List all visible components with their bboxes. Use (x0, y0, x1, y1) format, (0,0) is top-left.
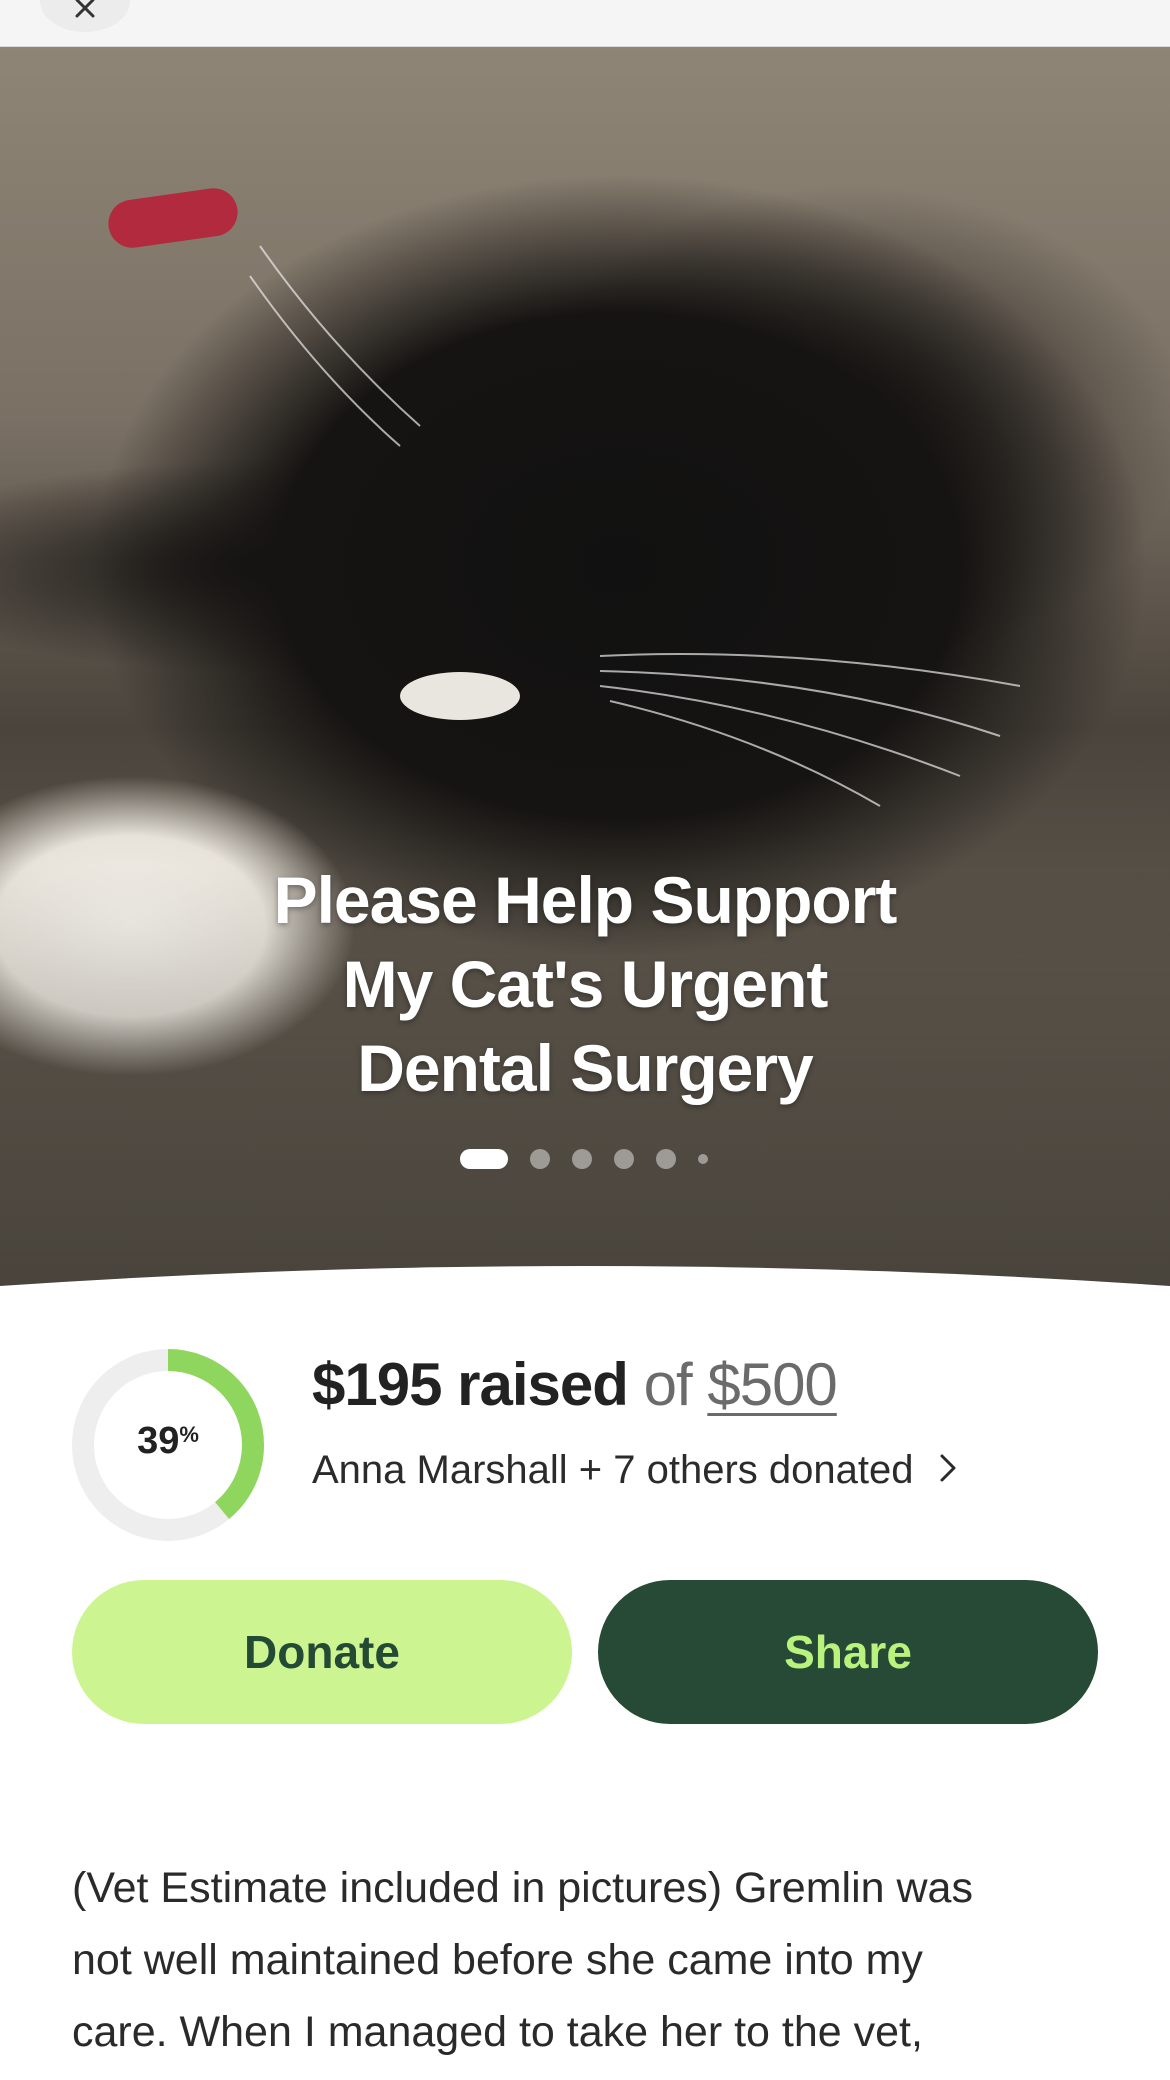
carousel-dot[interactable] (572, 1149, 592, 1169)
goal-amount[interactable]: $500 (707, 1351, 837, 1418)
donate-button[interactable]: Donate (72, 1580, 572, 1724)
carousel-dots (460, 1149, 708, 1169)
raised-amount: $195 (312, 1351, 442, 1418)
top-bar (0, 0, 1170, 47)
story-line: care. When I managed to take her to the … (72, 2008, 923, 2056)
carousel-dot[interactable] (698, 1154, 708, 1164)
amount-raised: $195 raised of $500 (312, 1350, 838, 1419)
donors-link[interactable]: Anna Marshall + 7 others donated (312, 1448, 957, 1493)
close-icon (75, 0, 95, 18)
story-line: (Vet Estimate included in pictures) Grem… (72, 1864, 973, 1912)
progress-percent: 39% (137, 1420, 199, 1462)
campaign-story: (Vet Estimate included in pictures) Grem… (72, 1852, 1102, 2068)
hero-image[interactable]: Please Help Support My Cat's Urgent Dent… (0, 46, 1170, 1286)
chevron-right-icon (940, 1454, 956, 1482)
share-button[interactable]: Share (598, 1580, 1098, 1724)
story-line: not well maintained before she came into… (72, 1936, 923, 1984)
hero-curve (0, 1266, 1170, 1316)
carousel-dot[interactable] (656, 1149, 676, 1169)
carousel-dot[interactable] (530, 1149, 550, 1169)
close-button[interactable] (40, 0, 130, 32)
campaign-title: Please Help Support My Cat's Urgent Dent… (273, 863, 898, 1105)
raised-word: raised (457, 1351, 629, 1418)
carousel-dot[interactable] (460, 1149, 508, 1169)
carousel-dot[interactable] (614, 1149, 634, 1169)
of-word: of (643, 1351, 693, 1418)
donors-text: Anna Marshall + 7 others donated (312, 1448, 914, 1492)
